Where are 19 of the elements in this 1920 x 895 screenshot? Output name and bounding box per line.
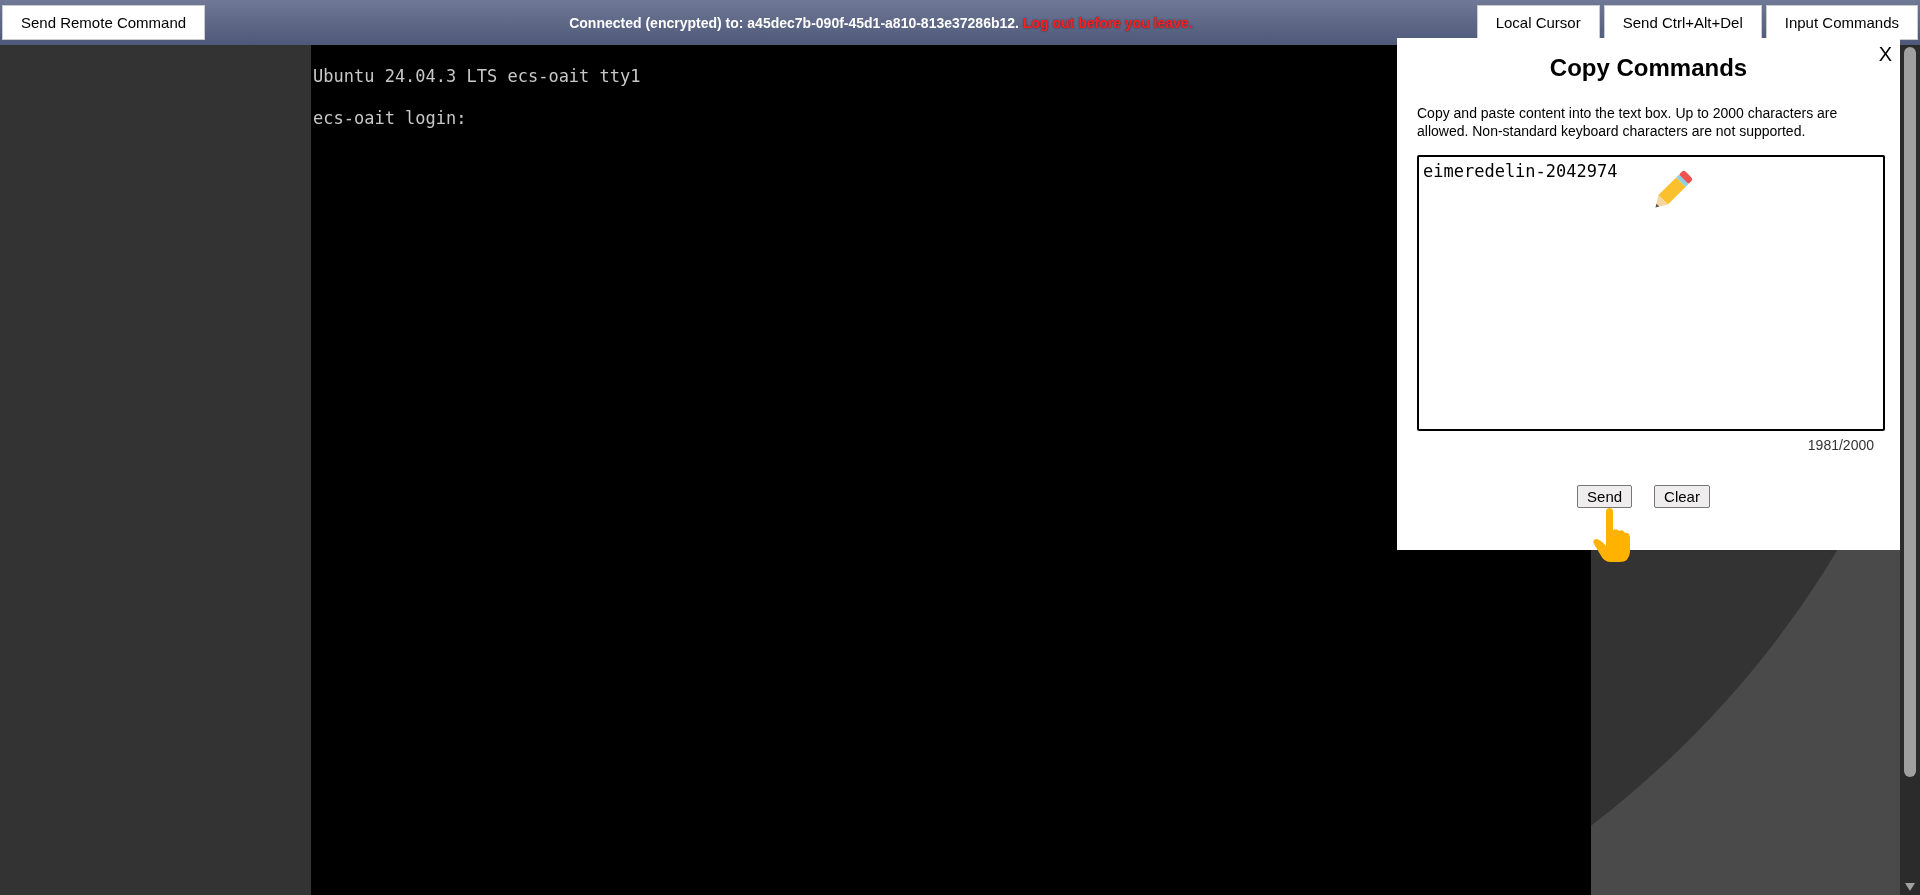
scroll-down-icon[interactable] (1905, 883, 1915, 891)
close-button[interactable]: X (1878, 43, 1892, 66)
toolbar-button[interactable]: Local Cursor (1476, 5, 1600, 40)
hand-pointer-icon (1592, 508, 1632, 564)
scrollbar-thumb[interactable] (1904, 47, 1916, 777)
toolbar-button[interactable]: Send Ctrl+Alt+Del (1603, 5, 1762, 40)
dialog-title: Copy Commands (1548, 54, 1749, 82)
send-remote-command-button[interactable]: Send Remote Command (2, 5, 206, 40)
dialog-description: Copy and paste content into the text box. Up to 2000 characters are allowed. Non-standard keyboard characters are not supported. (1417, 104, 1839, 140)
terminal-line: Ubuntu 24.04.3 LTS ecs-oait tty1 (313, 65, 641, 88)
connection-status: Connected (encrypted) to: a45dec7b-090f-45d1-a810-813e37286b12. (569, 14, 1019, 31)
character-counter: 1981/2000 (1806, 437, 1875, 453)
toolbar-button[interactable]: Input Commands (1765, 5, 1918, 40)
command-input-field[interactable]: eimeredelin-2042974 (1417, 155, 1885, 431)
terminal-line: ecs-oait login: (313, 107, 467, 130)
dialog-button[interactable]: Send (1577, 485, 1633, 508)
logout-warning: Log out before you leave. (1022, 14, 1193, 31)
scrollbar[interactable] (1900, 45, 1920, 895)
dialog-button[interactable]: Clear (1654, 485, 1710, 508)
